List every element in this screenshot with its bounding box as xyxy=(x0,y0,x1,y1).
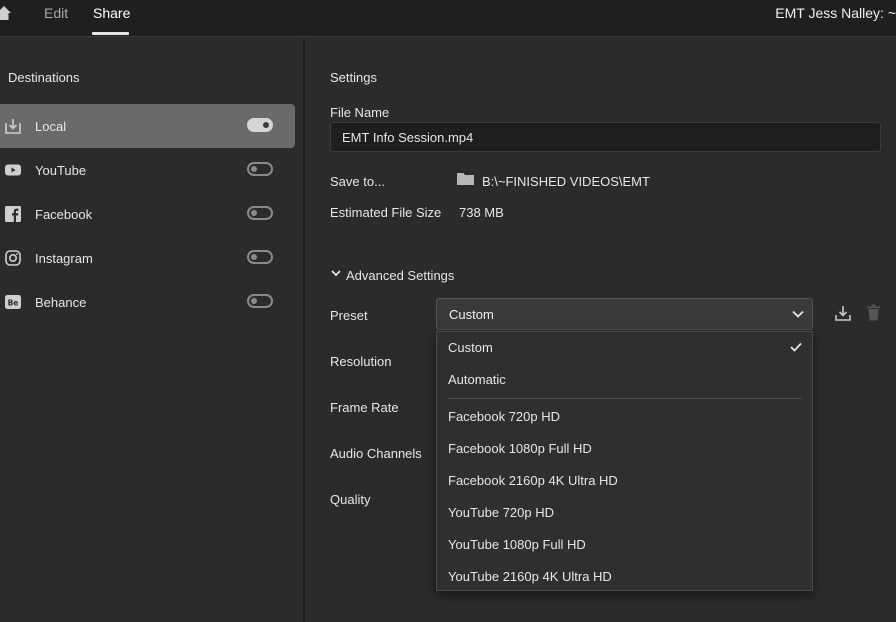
tab-share[interactable]: Share xyxy=(93,5,130,21)
youtube-icon xyxy=(5,164,21,176)
preset-option-custom[interactable]: Custom xyxy=(437,332,812,364)
preset-select[interactable]: Custom xyxy=(436,298,813,330)
destination-label: Instagram xyxy=(35,251,93,266)
estimated-size-label: Estimated File Size xyxy=(330,205,442,220)
estimated-size-value: 738 MB xyxy=(459,205,504,220)
destination-instagram[interactable]: Instagram xyxy=(0,236,295,280)
destination-behance[interactable]: Be Behance xyxy=(0,280,295,324)
behance-toggle[interactable] xyxy=(247,294,273,308)
settings-heading: Settings xyxy=(330,70,377,85)
file-name-label: File Name xyxy=(330,105,390,120)
preset-dropdown-menu: Custom Automatic Facebook 720p HD Facebo… xyxy=(436,331,813,591)
destination-label: Behance xyxy=(35,295,87,310)
preset-option[interactable]: YouTube 720p HD xyxy=(437,497,812,529)
preset-option-automatic[interactable]: Automatic xyxy=(437,364,812,396)
file-name-field[interactable] xyxy=(330,122,881,152)
preset-option[interactable]: YouTube 1080p Full HD xyxy=(437,529,812,561)
option-label: Facebook 1080p Full HD xyxy=(448,441,592,456)
destination-facebook[interactable]: Facebook xyxy=(0,192,295,236)
preset-label: Preset xyxy=(330,308,368,323)
destination-youtube[interactable]: YouTube xyxy=(0,148,295,192)
resolution-label: Resolution xyxy=(330,354,392,369)
instagram-icon xyxy=(5,250,21,266)
home-icon[interactable] xyxy=(0,5,12,21)
active-tab-indicator xyxy=(92,32,129,35)
frame-rate-label: Frame Rate xyxy=(330,400,399,415)
instagram-toggle[interactable] xyxy=(247,250,273,264)
download-icon xyxy=(5,119,21,134)
facebook-icon xyxy=(5,206,21,222)
tab-edit[interactable]: Edit xyxy=(44,5,68,21)
preset-option[interactable]: YouTube 2160p 4K Ultra HD xyxy=(437,561,812,593)
save-preset-icon[interactable] xyxy=(835,305,851,321)
save-to-path[interactable]: B:\~FINISHED VIDEOS\EMT xyxy=(482,174,650,189)
top-bar: Edit Share EMT Jess Nalley: ~ xyxy=(0,0,896,37)
option-label: Facebook 2160p 4K Ultra HD xyxy=(448,473,618,488)
preset-option[interactable]: Facebook 1080p Full HD xyxy=(437,433,812,465)
menu-separator xyxy=(448,398,802,399)
chevron-down-icon xyxy=(792,310,804,318)
chevron-down-icon[interactable] xyxy=(331,269,341,277)
preset-selected-value: Custom xyxy=(449,307,494,322)
advanced-settings-toggle[interactable]: Advanced Settings xyxy=(346,268,454,283)
save-to-label[interactable]: Save to... xyxy=(330,174,385,189)
preset-option[interactable]: Facebook 2160p 4K Ultra HD xyxy=(437,465,812,497)
user-name[interactable]: EMT Jess Nalley: ~ xyxy=(775,5,896,21)
option-label: Custom xyxy=(448,340,493,355)
destination-local[interactable]: Local xyxy=(0,104,295,148)
destination-label: YouTube xyxy=(35,163,87,178)
destination-label: Facebook xyxy=(35,207,93,222)
option-label: Automatic xyxy=(448,372,506,387)
svg-text:Be: Be xyxy=(8,299,19,308)
destination-label: Local xyxy=(35,119,67,134)
option-label: YouTube 720p HD xyxy=(448,505,555,520)
behance-icon: Be xyxy=(5,295,21,309)
trash-icon[interactable] xyxy=(866,304,881,321)
option-label: YouTube 1080p Full HD xyxy=(448,537,586,552)
local-toggle[interactable] xyxy=(247,118,273,132)
quality-label: Quality xyxy=(330,492,371,507)
folder-icon[interactable] xyxy=(457,172,474,186)
youtube-toggle[interactable] xyxy=(247,162,273,176)
destinations-heading: Destinations xyxy=(8,70,80,85)
facebook-toggle[interactable] xyxy=(247,206,273,220)
checkmark-icon xyxy=(790,342,802,352)
audio-channels-label: Audio Channels xyxy=(330,446,422,461)
option-label: Facebook 720p HD xyxy=(448,409,561,424)
option-label: YouTube 2160p 4K Ultra HD xyxy=(448,569,612,584)
preset-option[interactable]: Facebook 720p HD xyxy=(437,401,812,433)
destinations-panel: Destinations Local YouTube Facebook Inst… xyxy=(0,38,303,622)
